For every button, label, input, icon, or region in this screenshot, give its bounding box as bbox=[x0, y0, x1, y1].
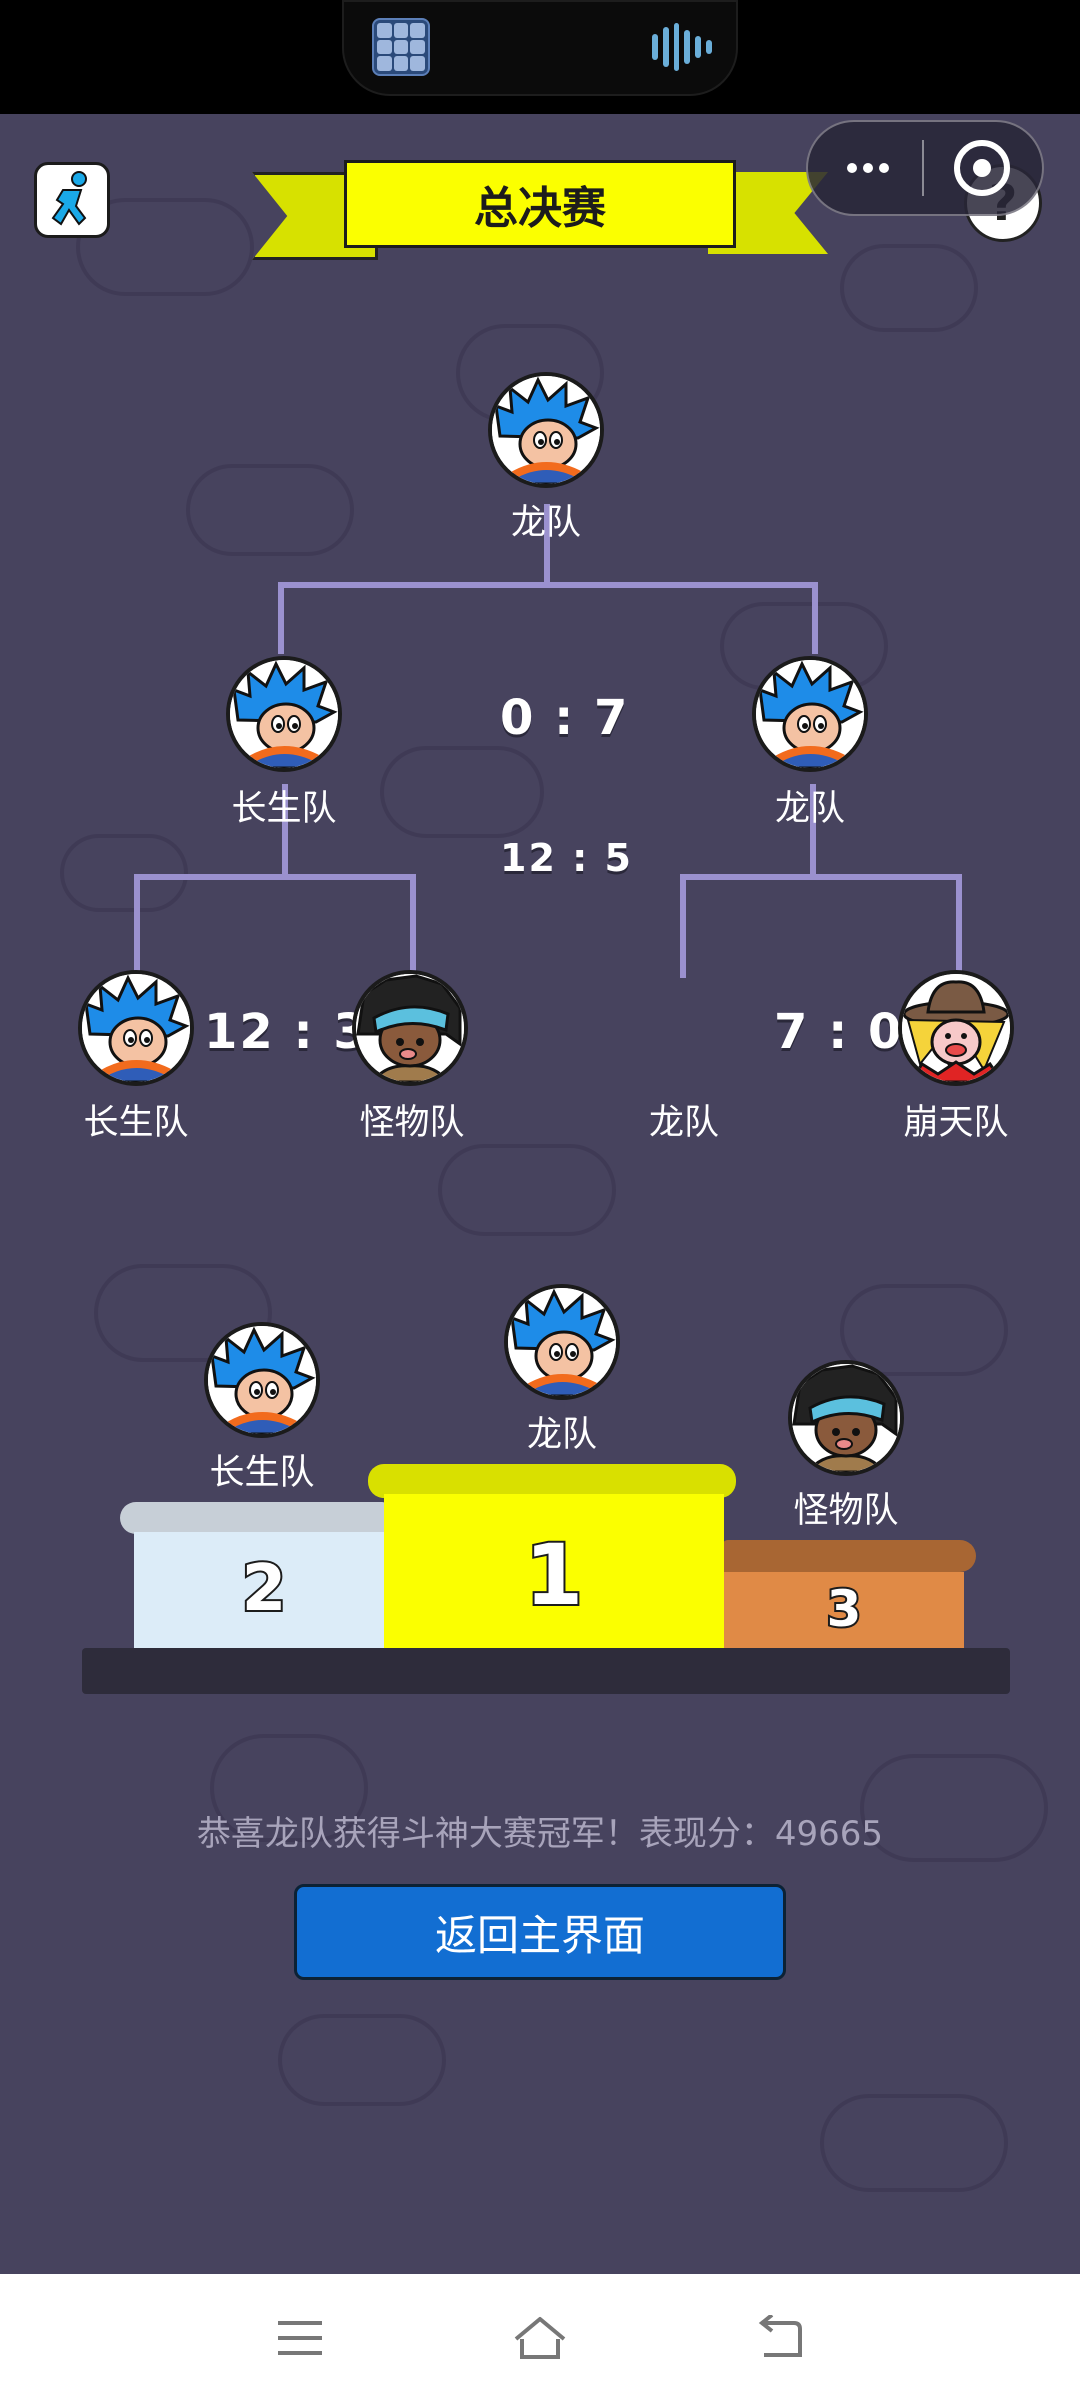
semifinal-right-avatar bbox=[752, 656, 868, 772]
semifinal-score: 0 : 7 bbox=[500, 690, 630, 746]
headband-kid-icon bbox=[792, 1364, 900, 1472]
rank-three: 3 bbox=[825, 1578, 864, 1640]
rank-two: 2 bbox=[240, 1550, 289, 1628]
semifinal-left-avatar bbox=[226, 656, 342, 772]
bracket-line bbox=[680, 874, 962, 880]
bracket-line bbox=[278, 582, 818, 588]
spiky-hair-boy-icon bbox=[508, 1288, 616, 1396]
quarter-team-4-name: 崩天队 bbox=[903, 1103, 1009, 1143]
third-place-name: 怪物队 bbox=[793, 1491, 899, 1531]
quarter-right-score: 7 : 0 bbox=[774, 1004, 904, 1060]
champion-name: 龙队 bbox=[510, 503, 581, 543]
spiky-hair-boy-icon bbox=[82, 974, 190, 1082]
headband-kid-icon bbox=[356, 974, 464, 1082]
more-options-icon[interactable] bbox=[836, 136, 900, 200]
bracket-line bbox=[134, 874, 416, 880]
return-home-button[interactable]: 返回主界面 bbox=[294, 1884, 786, 1980]
spiky-hair-boy-icon bbox=[492, 376, 600, 484]
exit-runner-button[interactable] bbox=[34, 162, 110, 238]
semifinal-right-name: 龙队 bbox=[774, 789, 845, 829]
champion-avatar bbox=[488, 372, 604, 488]
quarter-team-4-avatar bbox=[898, 970, 1014, 1086]
quarter-left-score: 12 : 3 bbox=[204, 1004, 369, 1060]
capsule-divider bbox=[922, 140, 924, 196]
quarter-team-2-avatar bbox=[352, 970, 468, 1086]
close-target-icon[interactable] bbox=[954, 140, 1010, 196]
semifinal-left-name: 长生队 bbox=[231, 789, 337, 829]
spiky-hair-boy-icon bbox=[230, 660, 338, 768]
first-place-avatar bbox=[504, 1284, 620, 1400]
media-thumbnail[interactable] bbox=[372, 18, 430, 76]
back-icon[interactable] bbox=[744, 2306, 816, 2370]
congrats-message: 恭喜龙队获得斗神大赛冠军！表现分：49665 bbox=[196, 1814, 884, 1854]
semifinal-score-detail: 12 : 5 bbox=[500, 836, 633, 880]
quarter-team-1-name: 长生队 bbox=[83, 1103, 189, 1143]
first-place-name: 龙队 bbox=[526, 1415, 597, 1455]
quarter-team-1-avatar bbox=[78, 970, 194, 1086]
podium-third-top bbox=[722, 1540, 976, 1572]
page-title: 总决赛 bbox=[344, 160, 736, 248]
podium-second-top bbox=[120, 1502, 388, 1534]
bracket-line bbox=[956, 874, 962, 974]
bracket-line bbox=[812, 582, 818, 654]
home-icon[interactable] bbox=[504, 2306, 576, 2370]
audio-wave-icon bbox=[652, 22, 712, 72]
podium-base bbox=[82, 1648, 1010, 1694]
bracket-line bbox=[278, 582, 284, 654]
third-place-avatar bbox=[788, 1360, 904, 1476]
bracket-line bbox=[410, 874, 416, 974]
spiky-hair-boy-icon bbox=[756, 660, 864, 768]
podium-first-top bbox=[368, 1464, 736, 1498]
second-place-name: 长生队 bbox=[209, 1453, 315, 1493]
bracket-line bbox=[680, 874, 686, 978]
running-man-icon bbox=[51, 171, 87, 226]
cowboy-hat-clown-icon bbox=[902, 974, 1010, 1082]
rank-one: 1 bbox=[523, 1524, 585, 1626]
quarter-team-2-name: 怪物队 bbox=[359, 1103, 465, 1143]
second-place-avatar bbox=[204, 1322, 320, 1438]
quarter-team-3-name: 龙队 bbox=[648, 1103, 719, 1143]
menu-icon[interactable] bbox=[264, 2306, 336, 2370]
spiky-hair-boy-icon bbox=[208, 1326, 316, 1434]
bracket-line bbox=[134, 874, 140, 974]
